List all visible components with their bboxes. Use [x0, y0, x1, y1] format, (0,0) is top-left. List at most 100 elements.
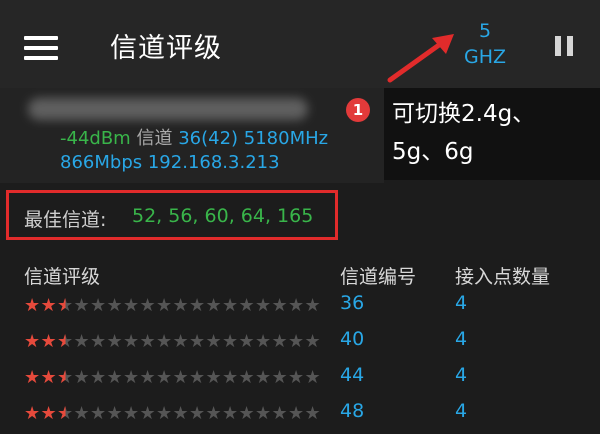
star-icon: ★: [73, 403, 91, 424]
star-icon: ★: [238, 295, 256, 316]
ap-count: 4: [455, 364, 468, 386]
rating-stars: ★★★★★★★★★★★★★★★★★★: [24, 367, 321, 388]
pause-icon[interactable]: [555, 36, 575, 56]
network-info-line2: 866Mbps 192.168.3.213: [60, 152, 280, 173]
table-row[interactable]: ★★★★★★★★★★★★★★★★★★ 48 4: [0, 400, 600, 434]
table-row[interactable]: ★★★★★★★★★★★★★★★★★★ 40 4: [0, 328, 600, 362]
table-row[interactable]: ★★★★★★★★★★★★★★★★★★ 44 4: [0, 364, 600, 398]
signal-strength: -44dBm: [60, 128, 131, 149]
star-icon: ★: [90, 367, 108, 388]
ap-count: 4: [455, 328, 468, 350]
star-icon: ★: [271, 331, 289, 352]
star-icon: ★: [57, 367, 75, 388]
star-icon: ★: [139, 331, 157, 352]
star-icon: ★: [24, 403, 42, 424]
star-icon: ★: [238, 403, 256, 424]
star-icon: ★: [40, 331, 58, 352]
star-icon: ★: [271, 367, 289, 388]
menu-icon[interactable]: [24, 36, 58, 60]
table-row[interactable]: ★★★★★★★★★★★★★★★★★★ 36 4: [0, 292, 600, 326]
star-icon: ★: [255, 403, 273, 424]
star-icon: ★: [90, 403, 108, 424]
ap-count: 4: [455, 400, 468, 422]
star-icon: ★: [24, 331, 42, 352]
star-icon: ★: [205, 295, 223, 316]
star-icon: ★: [106, 295, 124, 316]
star-icon: ★: [73, 295, 91, 316]
star-icon: ★: [255, 331, 273, 352]
star-icon: ★: [172, 295, 190, 316]
star-icon: ★: [139, 403, 157, 424]
star-icon: ★: [255, 295, 273, 316]
network-info-panel: -44dBm 信道 36(42) 5180MHz 866Mbps 192.168…: [0, 88, 384, 183]
star-icon: ★: [156, 367, 174, 388]
star-icon: ★: [222, 367, 240, 388]
star-icon: ★: [271, 295, 289, 316]
star-icon: ★: [288, 403, 306, 424]
star-icon: ★: [304, 331, 322, 352]
star-icon: ★: [139, 367, 157, 388]
rating-stars: ★★★★★★★★★★★★★★★★★★: [24, 295, 321, 316]
star-icon: ★: [123, 295, 141, 316]
star-icon: ★: [222, 295, 240, 316]
star-icon: ★: [189, 367, 207, 388]
band-number: 5: [478, 20, 492, 42]
star-icon: ★: [205, 331, 223, 352]
ip-address: 192.168.3.213: [147, 152, 280, 173]
star-icon: ★: [106, 331, 124, 352]
column-header-rating: 信道评级: [24, 266, 101, 288]
star-icon: ★: [288, 367, 306, 388]
star-icon: ★: [304, 295, 322, 316]
star-icon: ★: [90, 295, 108, 316]
star-icon: ★: [172, 367, 190, 388]
star-icon: ★: [172, 403, 190, 424]
star-icon: ★: [238, 331, 256, 352]
star-icon: ★: [304, 367, 322, 388]
band-toggle-button[interactable]: 5 GHZ: [452, 18, 518, 70]
annotation-text: 可切换2.4g、 5g、6g: [392, 95, 592, 171]
star-icon: ★: [156, 331, 174, 352]
star-icon: ★: [73, 367, 91, 388]
band-unit: GHZ: [463, 46, 507, 68]
rating-stars: ★★★★★★★★★★★★★★★★★★: [24, 331, 321, 352]
star-icon: ★: [156, 403, 174, 424]
star-icon: ★: [205, 403, 223, 424]
star-icon: ★: [189, 331, 207, 352]
annotation-line1: 可切换2.4g、: [392, 101, 536, 127]
star-icon: ★: [189, 403, 207, 424]
star-icon: ★: [24, 295, 42, 316]
network-info-line1: -44dBm 信道 36(42) 5180MHz: [60, 124, 328, 150]
best-channel-label: 最佳信道:: [24, 209, 107, 231]
star-icon: ★: [139, 295, 157, 316]
star-icon: ★: [57, 331, 75, 352]
column-header-count: 接入点数量: [455, 266, 551, 288]
star-icon: ★: [106, 367, 124, 388]
star-icon: ★: [57, 403, 75, 424]
star-icon: ★: [123, 403, 141, 424]
star-icon: ★: [222, 403, 240, 424]
column-header-channel: 信道编号: [340, 266, 417, 288]
ap-count: 4: [455, 292, 468, 314]
star-icon: ★: [40, 403, 58, 424]
channel-number: 36: [340, 292, 365, 314]
annotation-arrow-icon: [387, 34, 454, 83]
star-icon: ★: [238, 367, 256, 388]
star-icon: ★: [73, 331, 91, 352]
star-icon: ★: [288, 295, 306, 316]
star-icon: ★: [90, 331, 108, 352]
star-icon: ★: [189, 295, 207, 316]
star-icon: ★: [255, 367, 273, 388]
star-icon: ★: [205, 367, 223, 388]
star-icon: ★: [40, 367, 58, 388]
current-channel: 36(42): [178, 128, 239, 149]
link-speed: 866Mbps: [60, 152, 143, 173]
blurred-ssid: [28, 98, 308, 120]
frequency: 5180MHz: [243, 128, 329, 149]
star-icon: ★: [24, 367, 42, 388]
star-icon: ★: [123, 367, 141, 388]
star-icon: ★: [156, 295, 174, 316]
app-bar: 信道评级 5 GHZ: [0, 0, 600, 88]
rating-stars: ★★★★★★★★★★★★★★★★★★: [24, 403, 321, 424]
annotation-line2: 5g、6g: [392, 139, 474, 165]
star-icon: ★: [40, 295, 58, 316]
